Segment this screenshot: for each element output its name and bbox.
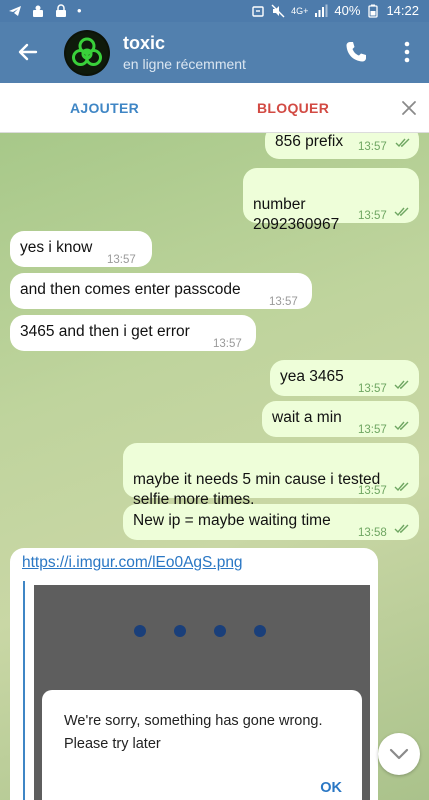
add-contact-button[interactable]: AJOUTER: [70, 100, 139, 116]
message-text: New ip = maybe waiting time: [133, 512, 331, 529]
pin-dot: [214, 625, 226, 637]
lock-icon: [56, 3, 66, 17]
chat-header: toxic en ligne récemment: [0, 22, 429, 83]
message-bubble[interactable]: yea 3465 13:57: [270, 360, 419, 396]
contact-status: en ligne récemment: [123, 56, 246, 72]
account-icon: [33, 5, 43, 17]
message-time: 13:57: [358, 141, 387, 153]
double-check-icon: [395, 138, 410, 148]
avatar[interactable]: [64, 30, 110, 76]
message-time: 13:57: [358, 210, 387, 222]
message-time: 13:58: [358, 527, 387, 539]
block-user-button[interactable]: BLOQUER: [257, 100, 329, 116]
more-notifications-icon: •: [77, 3, 82, 18]
error-dialog: We're sorry, something has gone wrong. P…: [42, 690, 362, 800]
image-link[interactable]: https://i.imgur.com/lEo0AgS.png: [22, 554, 243, 572]
pin-dots: [134, 625, 266, 637]
biohazard-icon: [66, 32, 108, 74]
error-message: We're sorry, something has gone wrong. P…: [64, 713, 323, 752]
battery-icon: [368, 4, 379, 18]
message-text: and then comes enter passcode: [20, 281, 241, 298]
signal-icon: [315, 4, 328, 17]
network-label: 4G+: [291, 5, 309, 16]
message-bubble[interactable]: 3465 and then i get error 13:57: [10, 315, 256, 351]
mute-icon: [271, 4, 285, 17]
message-time: 13:57: [358, 424, 387, 436]
add-block-bar: AJOUTER BLOQUER: [0, 83, 429, 133]
message-bubble[interactable]: number 2092360967 13:57: [243, 168, 419, 233]
double-check-icon: [394, 482, 409, 492]
clock: 14:22: [386, 3, 419, 18]
more-options-icon[interactable]: [393, 38, 421, 66]
pin-dot: [174, 625, 186, 637]
back-arrow-icon[interactable]: [14, 38, 42, 66]
message-bubble[interactable]: maybe it needs 5 min cause i tested self…: [123, 443, 419, 508]
message-text: wait a min: [272, 409, 342, 426]
link-preview-image[interactable]: We're sorry, something has gone wrong. P…: [34, 585, 370, 800]
message-time: 13:57: [358, 383, 387, 395]
double-check-icon: [394, 207, 409, 217]
message-text: number 2092360967: [253, 196, 340, 233]
contact-name[interactable]: toxic: [123, 33, 165, 54]
alarm-icon: [252, 5, 264, 17]
dialog-ok-button: OK: [320, 780, 342, 796]
double-check-icon: [394, 421, 409, 431]
message-text: 856 prefix: [275, 133, 344, 150]
telegram-icon: [9, 5, 21, 16]
message-text: 3465 and then i get error: [20, 323, 190, 340]
message-bubble[interactable]: yes i know 13:57: [10, 231, 152, 267]
message-time: 13:57: [269, 296, 298, 308]
message-time: 13:57: [358, 485, 387, 497]
phone-call-icon[interactable]: [342, 38, 370, 66]
message-bubble[interactable]: wait a min 13:57: [262, 401, 419, 437]
message-bubble[interactable]: and then comes enter passcode 13:57: [10, 273, 312, 309]
message-bubble[interactable]: New ip = maybe waiting time 13:58: [123, 504, 419, 540]
message-text: maybe it needs 5 min cause i tested self…: [133, 471, 381, 508]
message-time: 13:57: [213, 338, 242, 350]
chevron-down-icon: [389, 748, 409, 760]
status-bar: • 4G+ 40% 14:22: [0, 0, 429, 22]
double-check-icon: [394, 524, 409, 534]
battery-percent: 40%: [334, 3, 361, 18]
close-icon[interactable]: [400, 99, 418, 117]
message-text: yes i know: [20, 239, 93, 256]
message-time: 13:57: [107, 254, 136, 266]
message-list[interactable]: 856 prefix 13:57 number 2092360967 13:57…: [0, 133, 429, 800]
message-text: yea 3465: [280, 368, 344, 385]
double-check-icon: [394, 380, 409, 390]
message-bubble[interactable]: 856 prefix 13:57: [265, 133, 419, 159]
preview-accent-bar: [23, 581, 25, 800]
link-message-bubble[interactable]: https://i.imgur.com/lEo0AgS.png We're so…: [10, 548, 378, 800]
pin-dot: [254, 625, 266, 637]
pin-dot: [134, 625, 146, 637]
scroll-down-button[interactable]: [378, 733, 420, 775]
